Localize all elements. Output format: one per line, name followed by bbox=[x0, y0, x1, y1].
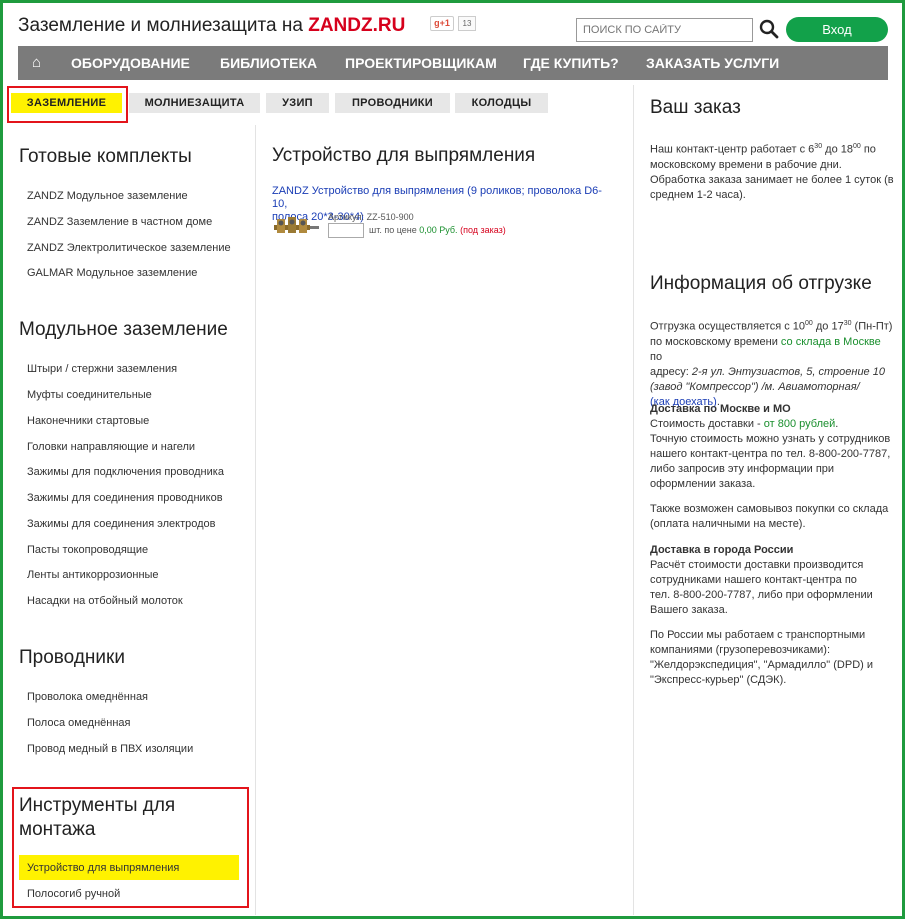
sidebar-section-title: Модульное заземление bbox=[19, 319, 228, 340]
moscow-delivery: Доставка по Москве и МО Стоимость достав… bbox=[650, 403, 891, 490]
sidebar-item[interactable]: Зажимы для соединения электродов bbox=[27, 518, 216, 530]
nav-item-order-services[interactable]: ЗАКАЗАТЬ УСЛУГИ bbox=[646, 46, 779, 80]
nav-item-equipment[interactable]: ОБОРУДОВАНИЕ bbox=[71, 46, 190, 80]
page-title: Устройство для выпрямления bbox=[272, 145, 536, 166]
sidebar-item[interactable]: ZANDZ Заземление в частном доме bbox=[27, 216, 212, 228]
sidebar-item[interactable]: Головки направляющие и нагели bbox=[27, 441, 195, 453]
shipping-info: Отгрузка осуществляется с 1000 до 1730 (… bbox=[650, 320, 893, 408]
sidebar-section-title: Проводники bbox=[19, 647, 125, 668]
article-value: ZZ-510-900 bbox=[366, 212, 414, 222]
order-title: Ваш заказ bbox=[650, 97, 741, 118]
login-button[interactable]: Вход bbox=[786, 17, 888, 42]
sidebar-section-title: Готовые комплекты bbox=[19, 146, 192, 167]
shipping-title: Информация об отгрузке bbox=[650, 273, 872, 294]
warehouse-link[interactable]: со склада в Москве bbox=[781, 336, 881, 348]
highlight-box-tools bbox=[12, 787, 249, 908]
product-name-line: ZANDZ Устройство для выпрямления (9 роли… bbox=[272, 185, 602, 210]
sidebar-item[interactable]: Полоса омеднённая bbox=[27, 717, 131, 729]
site-title-text: Заземление и молниезащита на bbox=[18, 15, 309, 36]
order-info: Наш контакт-центр работает с 630 до 1800… bbox=[650, 143, 894, 201]
search-icon[interactable] bbox=[759, 19, 779, 39]
qty-suffix: шт. по цене bbox=[369, 225, 417, 235]
order-note: (под заказ) bbox=[460, 225, 506, 235]
sidebar-item[interactable]: Муфты соединительные bbox=[27, 389, 152, 401]
product-name-line: полоса 20*3-30*4) bbox=[272, 211, 364, 223]
home-icon[interactable]: ⌂ bbox=[32, 46, 41, 80]
sidebar-item[interactable]: Пасты токопроводящие bbox=[27, 544, 148, 556]
tab-lightning[interactable]: МОЛНИЕЗАЩИТА bbox=[129, 93, 260, 113]
sidebar-item[interactable]: GALMAR Модульное заземление bbox=[27, 267, 197, 279]
column-divider-left bbox=[255, 125, 256, 915]
nav-item-designers[interactable]: ПРОЕКТИРОВЩИКАМ bbox=[345, 46, 497, 80]
main-nav: ⌂ ОБОРУДОВАНИЕ БИБЛИОТЕКА ПРОЕКТИРОВЩИКА… bbox=[18, 46, 888, 80]
nav-item-where-to-buy[interactable]: ГДЕ КУПИТЬ? bbox=[523, 46, 619, 80]
gplus-count: 13 bbox=[458, 16, 476, 31]
tab-wells[interactable]: КОЛОДЦЫ bbox=[455, 93, 548, 113]
sidebar-item[interactable]: ZANDZ Электролитическое заземление bbox=[27, 242, 231, 254]
price-line: шт. по цене 0,00 Руб. (под заказ) bbox=[369, 225, 506, 235]
sidebar-item[interactable]: ZANDZ Модульное заземление bbox=[27, 190, 188, 202]
sidebar-item[interactable]: Провод медный в ПВХ изоляции bbox=[27, 743, 193, 755]
pickup-info: Также возможен самовывоз покупки со скла… bbox=[650, 503, 889, 530]
site-brand: ZANDZ.RU bbox=[308, 15, 406, 36]
site-title[interactable]: Заземление и молниезащита на ZANDZ.RU bbox=[18, 15, 405, 37]
tab-conductors[interactable]: ПРОВОДНИКИ bbox=[335, 93, 450, 113]
nav-item-library[interactable]: БИБЛИОТЕКА bbox=[220, 46, 317, 80]
transport-companies: По России мы работаем с транспортными ко… bbox=[650, 629, 874, 686]
product-link[interactable]: ZANDZ Устройство для выпрямления (9 роли… bbox=[272, 185, 617, 224]
search-input[interactable] bbox=[576, 18, 753, 42]
sidebar-item[interactable]: Проволока омеднённая bbox=[27, 691, 148, 703]
gplus-label: +1 bbox=[439, 18, 450, 28]
article-label: Артикул: ZZ-510-900 bbox=[328, 212, 414, 222]
column-divider-right bbox=[633, 85, 634, 915]
price-value: 0,00 Руб. bbox=[419, 225, 458, 235]
sidebar-item[interactable]: Насадки на отбойный молоток bbox=[27, 595, 183, 607]
gplus-button[interactable]: g+1 bbox=[430, 16, 454, 31]
sidebar-item[interactable]: Штыри / стержни заземления bbox=[27, 363, 177, 375]
tab-uzip[interactable]: УЗИП bbox=[266, 93, 329, 113]
sidebar-item[interactable]: Ленты антикоррозионные bbox=[27, 569, 159, 581]
article-label-text: Артикул: bbox=[328, 212, 365, 222]
highlight-box-tab bbox=[7, 86, 128, 123]
sidebar-item[interactable]: Зажимы для соединения проводников bbox=[27, 492, 223, 504]
product-image[interactable] bbox=[272, 211, 320, 239]
sidebar-item[interactable]: Зажимы для подключения проводника bbox=[27, 466, 224, 478]
sidebar-item[interactable]: Наконечники стартовые bbox=[27, 415, 149, 427]
russia-delivery: Доставка в города России Расчёт стоимост… bbox=[650, 544, 873, 616]
quantity-input[interactable] bbox=[328, 223, 364, 238]
